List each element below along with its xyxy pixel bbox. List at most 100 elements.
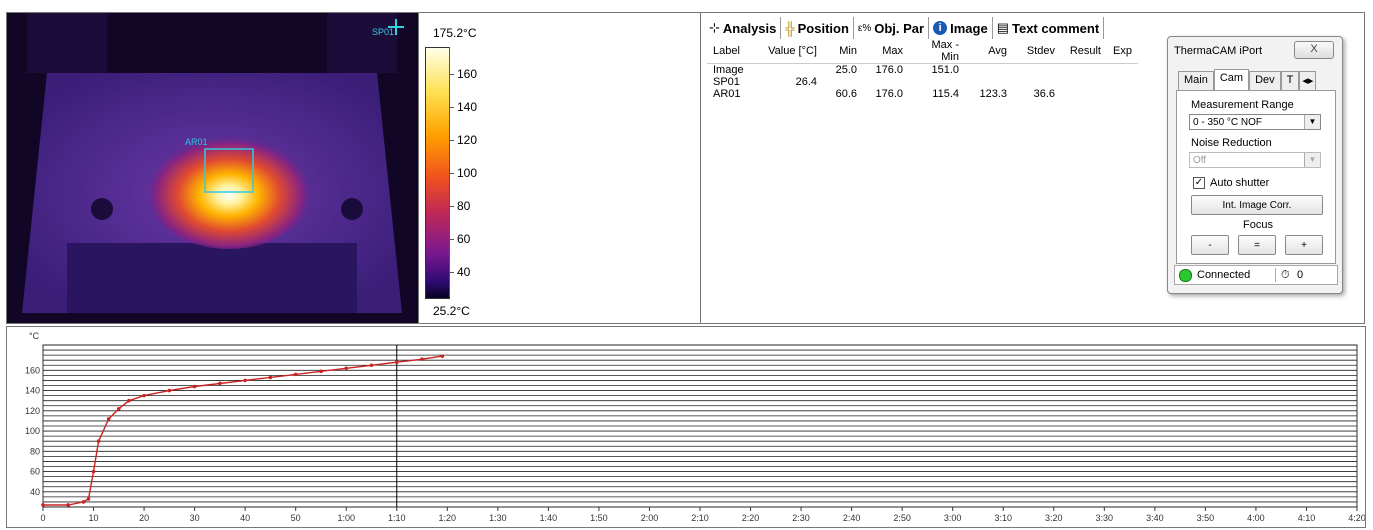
scale-tick: 100 xyxy=(449,166,477,180)
tab-scroll-arrows[interactable]: ◂▸ xyxy=(1299,71,1317,90)
thermacam-iport-window[interactable]: ThermaCAM iPort X Main Cam Dev T ◂▸ Meas… xyxy=(1167,36,1343,294)
scale-tick: 120 xyxy=(449,133,477,147)
tab-obj-par[interactable]: ε% Obj. Par xyxy=(854,17,930,39)
scale-ticks: 160 140 120 100 80 60 40 xyxy=(449,47,489,297)
scale-min-label: 25.2°C xyxy=(433,304,470,318)
timer-icon: ⏱ xyxy=(1281,269,1290,281)
area-label: AR01 xyxy=(185,137,208,147)
chart-svg: °C 40 60 80 100 120 140 160 0 10 20 30 40 50 1:00 1:10 1… xyxy=(25,331,1366,523)
focus-minus-button[interactable]: - xyxy=(1191,235,1229,255)
y-tick-label: 140 xyxy=(25,386,40,396)
x-tick-label: 3:00 xyxy=(944,513,962,523)
object-parameters-icon: ε% xyxy=(857,22,872,34)
iport-status-bar: Connected ⏱ 0 xyxy=(1174,265,1338,285)
x-tick-label: 1:10 xyxy=(388,513,406,523)
y-axis-unit: °C xyxy=(29,331,40,341)
x-tick-label: 2:30 xyxy=(792,513,810,523)
close-icon: X xyxy=(1310,43,1318,55)
iport-tabs: Main Cam Dev T ◂▸ xyxy=(1178,69,1317,92)
x-tick-label: 20 xyxy=(139,513,149,523)
text-comment-icon: ▤ xyxy=(996,20,1009,35)
analysis-tabs: ⊹ Analysis ╬ Position ε% Obj. Par i Image ▤ T… xyxy=(705,17,1105,39)
data-point xyxy=(117,406,121,411)
x-tick-label: 1:20 xyxy=(439,513,457,523)
temperature-trend-chart[interactable]: °C 40 60 80 100 120 140 160 0 10 20 30 40 50 1:00 1:10 1… xyxy=(6,326,1366,528)
tab-right-icon[interactable]: ▸ xyxy=(1308,75,1314,87)
focus-auto-button[interactable]: = xyxy=(1238,235,1276,255)
thermal-image[interactable]: SP01 AR01 xyxy=(6,12,419,324)
scale-max-label: 175.2°C xyxy=(433,26,477,40)
data-point xyxy=(268,375,273,380)
table-row[interactable]: SP01 26.4 xyxy=(707,76,1138,88)
analysis-table: Label Value [°C] Min Max Max - Min Avg S… xyxy=(707,39,1138,100)
column-header[interactable]: Avg xyxy=(965,39,1013,64)
noise-reduction-label: Noise Reduction xyxy=(1191,137,1272,149)
tab-cam[interactable]: Cam xyxy=(1213,69,1250,90)
data-point xyxy=(41,503,45,507)
y-tick-label: 100 xyxy=(25,426,40,436)
x-tick-label: 4:10 xyxy=(1298,513,1316,523)
noise-reduction-select[interactable]: Off ▼ xyxy=(1189,152,1321,168)
tab-image[interactable]: i Image xyxy=(929,17,993,39)
y-tick-label: 120 xyxy=(25,406,40,416)
data-point xyxy=(243,378,247,383)
auto-shutter-label: Auto shutter xyxy=(1210,177,1270,189)
data-point xyxy=(293,372,298,377)
column-header[interactable]: Label xyxy=(707,39,753,64)
x-tick-label: 2:00 xyxy=(641,513,659,523)
position-icon: ╬ xyxy=(785,20,795,36)
x-tick-label: 4:00 xyxy=(1247,513,1265,523)
data-point xyxy=(344,366,349,371)
column-header[interactable]: Result xyxy=(1061,39,1107,64)
iport-cam-pane: Measurement Range 0 - 350 °C NOF ▼ Noise… xyxy=(1176,90,1336,264)
scale-tick: 40 xyxy=(449,265,470,279)
focus-plus-button[interactable]: + xyxy=(1285,235,1323,255)
column-header[interactable]: Value [°C] xyxy=(753,39,823,64)
timer-counter: 0 xyxy=(1297,269,1304,281)
table-row[interactable]: AR01 60.6 176.0 115.4 123.3 36.6 xyxy=(707,88,1138,100)
info-icon: i xyxy=(933,21,948,35)
x-tick-label: 3:50 xyxy=(1197,513,1215,523)
auto-shutter-checkbox[interactable]: ✓ xyxy=(1193,177,1205,189)
y-tick-label: 80 xyxy=(30,446,40,456)
column-header[interactable]: Max - Min xyxy=(909,39,965,64)
data-point xyxy=(420,357,424,361)
data-point xyxy=(167,388,172,393)
x-tick-label: 3:30 xyxy=(1096,513,1114,523)
tab-text-comment[interactable]: ▤ Text comment xyxy=(993,17,1105,39)
thermal-image-canvas: SP01 AR01 xyxy=(7,13,418,323)
analysis-icon: ⊹ xyxy=(709,20,720,35)
scale-tick: 160 xyxy=(449,67,477,81)
tab-position[interactable]: ╬ Position xyxy=(781,17,854,39)
x-tick-label: 3:10 xyxy=(994,513,1012,523)
x-tick-label: 50 xyxy=(291,513,301,523)
column-header[interactable]: Max xyxy=(863,39,909,64)
temperature-scale: 175.2°C 25.2°C 160 140 120 100 80 60 40 xyxy=(419,12,700,324)
x-tick-label: 30 xyxy=(190,513,200,523)
status-text: Connected xyxy=(1197,269,1251,281)
column-header[interactable]: Stdev xyxy=(1013,39,1061,64)
close-button[interactable]: X xyxy=(1294,41,1334,59)
tab-main[interactable]: Main xyxy=(1178,71,1214,90)
measurement-range-select[interactable]: 0 - 350 °C NOF ▼ xyxy=(1189,114,1321,130)
x-tick-label: 4:20 xyxy=(1348,513,1365,523)
scale-tick: 80 xyxy=(449,199,470,213)
data-point xyxy=(369,363,374,368)
column-header[interactable]: Min xyxy=(823,39,863,64)
tab-analysis[interactable]: ⊹ Analysis xyxy=(705,17,782,39)
y-tick-label: 160 xyxy=(25,365,40,375)
scale-tick: 140 xyxy=(449,100,477,114)
tab-dev[interactable]: Dev xyxy=(1249,71,1281,90)
iport-title: ThermaCAM iPort xyxy=(1174,45,1263,57)
measurement-range-label: Measurement Range xyxy=(1191,99,1294,111)
x-tick-label: 2:50 xyxy=(893,513,911,523)
data-point xyxy=(218,381,222,386)
table-row[interactable]: Image 25.0 176.0 151.0 xyxy=(707,64,1138,77)
data-point xyxy=(192,384,197,389)
tab-t[interactable]: T xyxy=(1280,71,1300,90)
data-point xyxy=(106,417,111,421)
x-tick-label: 2:20 xyxy=(742,513,760,523)
chevron-down-icon: ▼ xyxy=(1304,115,1320,129)
int-image-corr-button[interactable]: Int. Image Corr. xyxy=(1191,195,1323,215)
column-header[interactable]: Exp xyxy=(1107,39,1138,64)
